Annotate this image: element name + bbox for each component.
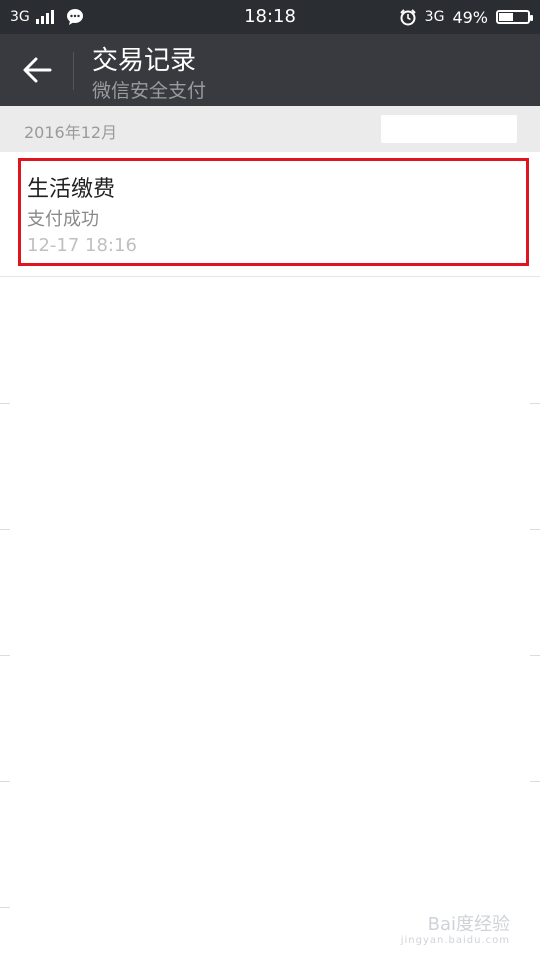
page-subtitle: 微信安全支付 <box>92 80 207 102</box>
alarm-icon <box>399 9 416 26</box>
edge-tick <box>530 403 540 404</box>
transaction-record[interactable]: 生活缴费 支付成功 12-17 18:16 <box>18 158 529 266</box>
transaction-name: 生活缴费 <box>27 177 116 202</box>
edge-tick <box>0 907 10 908</box>
back-arrow-icon[interactable] <box>20 54 54 86</box>
network-type-right: 3G <box>424 9 445 25</box>
title-bar: 交易记录 微信安全支付 <box>0 34 540 106</box>
edge-tick <box>530 655 540 656</box>
month-label: 2016年12月 <box>24 123 118 142</box>
edge-tick <box>0 529 10 530</box>
status-bar: 3G 18:18 3G 49% <box>0 0 540 34</box>
edge-tick <box>0 655 10 656</box>
status-right: 3G 49% <box>399 0 533 34</box>
watermark: Bai度经验 jingyan.baidu.com <box>401 915 510 946</box>
row-divider <box>0 276 540 277</box>
edge-tick <box>530 781 540 782</box>
month-section-header: 2016年12月 <box>0 106 540 152</box>
watermark-url: jingyan.baidu.com <box>400 935 510 946</box>
title-divider <box>73 52 74 90</box>
edge-tick <box>0 403 10 404</box>
transaction-status: 支付成功 <box>27 209 99 230</box>
watermark-brand: Bai度经验 <box>427 914 510 936</box>
transaction-time: 12-17 18:16 <box>27 235 137 256</box>
battery-icon <box>496 10 533 24</box>
edge-tick <box>530 529 540 530</box>
edge-tick <box>0 781 10 782</box>
battery-percent: 49% <box>452 7 488 27</box>
section-blank-box <box>381 115 517 143</box>
page-title: 交易记录 <box>92 46 197 76</box>
